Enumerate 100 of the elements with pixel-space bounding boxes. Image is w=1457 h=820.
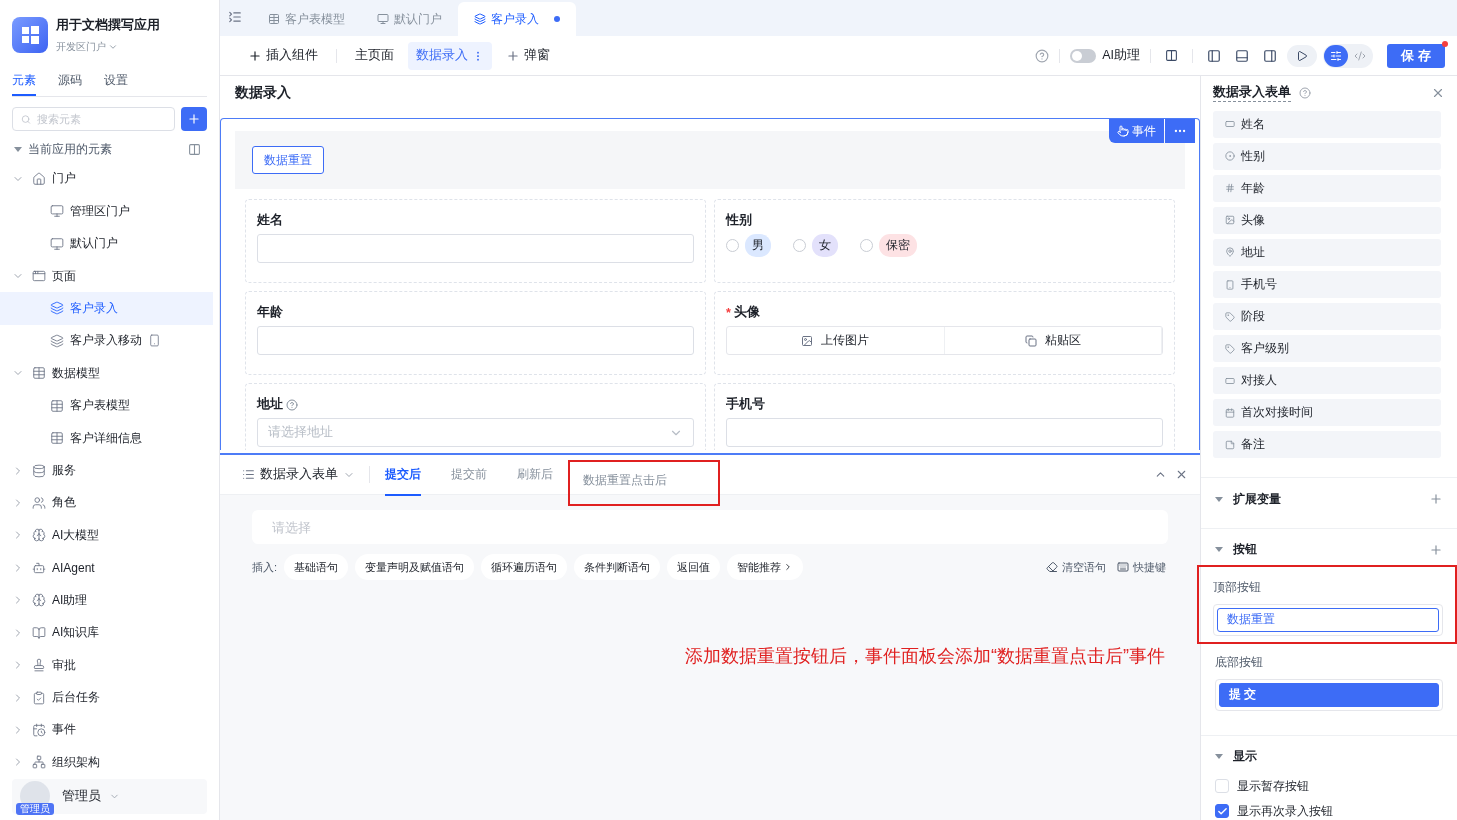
event-tab[interactable]: 提交后 xyxy=(370,454,436,495)
field-label: 姓名 xyxy=(257,212,283,229)
help-icon[interactable] xyxy=(1035,48,1050,63)
upload-button[interactable]: 上传图片 xyxy=(727,327,945,354)
field-item[interactable]: 手机号 xyxy=(1213,271,1441,299)
text-field[interactable] xyxy=(726,418,1163,447)
tree-item[interactable]: 客户录入 xyxy=(0,292,213,325)
field-item[interactable]: 备注 xyxy=(1213,431,1441,459)
tree-item[interactable]: 客户表模型 xyxy=(0,389,213,422)
form-select[interactable]: 数据录入表单 xyxy=(242,466,370,483)
field-item[interactable]: 对接人 xyxy=(1213,367,1441,395)
eraser-icon xyxy=(1046,561,1058,573)
text-field[interactable] xyxy=(257,326,694,355)
field-item[interactable]: 头像 xyxy=(1213,206,1441,234)
field-label: 手机号 xyxy=(726,396,765,413)
event-select[interactable]: 请选择 xyxy=(252,510,1168,544)
portal-select[interactable]: 开发区门户 xyxy=(56,40,160,54)
add-popup-button[interactable]: 弹窗 xyxy=(498,41,558,70)
search-box[interactable]: 搜索元素 xyxy=(12,107,175,131)
shortcut-button[interactable]: 快捷键 xyxy=(1115,559,1168,575)
tree-item[interactable]: 后台任务 xyxy=(0,681,213,714)
required-mark: * xyxy=(726,305,731,320)
upload-button[interactable]: 粘贴区 xyxy=(944,327,1162,354)
tree-item[interactable]: 服务 xyxy=(0,454,213,487)
tree-item[interactable]: 客户详细信息 xyxy=(0,421,213,455)
section-title: 扩展变量 xyxy=(1233,490,1282,508)
tree-item[interactable]: 管理区门户 xyxy=(0,194,213,228)
field-item[interactable]: 阶段 xyxy=(1213,303,1441,331)
clear-button[interactable]: 清空语句 xyxy=(1044,559,1108,575)
field-item[interactable]: 年龄 xyxy=(1213,174,1441,202)
layout-icon xyxy=(188,143,201,157)
ai-toggle-label: AI助理 xyxy=(1102,47,1140,64)
tree-item[interactable]: AIAgent xyxy=(0,551,213,585)
sliders-icon xyxy=(1330,49,1342,62)
tree-item[interactable]: 门户 xyxy=(0,162,213,195)
event-button[interactable]: 事件 xyxy=(1109,119,1164,143)
insert-chip[interactable]: 循环遍历语句 xyxy=(481,554,568,580)
tree-item[interactable]: AI知识库 xyxy=(0,616,213,649)
sidebar-tab[interactable]: 元素 xyxy=(12,68,36,96)
code-icon xyxy=(1354,49,1366,62)
page-tab[interactable]: 数据录入 xyxy=(408,41,492,70)
tree-item[interactable]: 客户录入移动 xyxy=(0,324,213,358)
panel-title: 数据录入表单 xyxy=(1213,84,1291,103)
add-button[interactable] xyxy=(181,107,207,131)
field-item[interactable]: 性别 xyxy=(1213,142,1441,170)
field-item[interactable]: 地址 xyxy=(1213,238,1441,266)
app-logo xyxy=(12,17,48,53)
field-label: 性别 xyxy=(726,212,752,229)
tree-item[interactable]: 事件 xyxy=(0,713,213,747)
submit-button[interactable]: 提 交 xyxy=(1219,682,1439,707)
tree-item[interactable]: 默认门户 xyxy=(0,227,213,260)
pointer-icon xyxy=(1117,125,1129,137)
insert-component-button[interactable]: 插入组件 xyxy=(240,41,326,70)
agent-icon xyxy=(32,560,46,575)
insert-chip[interactable]: 变量声明及赋值语句 xyxy=(355,554,475,580)
tree-item[interactable]: 组织架构 xyxy=(0,746,213,779)
sidebar-tab[interactable]: 设置 xyxy=(104,68,128,96)
add-icon[interactable] xyxy=(1429,542,1443,557)
tree-item[interactable]: 角色 xyxy=(0,486,213,520)
page-tab[interactable]: 主页面 xyxy=(347,41,402,70)
settings-button[interactable] xyxy=(1324,44,1348,67)
section-title: 显示 xyxy=(1233,748,1257,766)
tree-item[interactable]: AI大模型 xyxy=(0,519,213,552)
save-button[interactable]: 保 存 xyxy=(1387,43,1445,68)
checkbox-option[interactable]: 显示暂存按钮 xyxy=(1215,777,1443,795)
editor-tab[interactable]: 客户录入 xyxy=(458,2,576,36)
add-icon[interactable] xyxy=(1429,492,1443,507)
ai-toggle[interactable] xyxy=(1070,48,1097,63)
left-panel-icon[interactable] xyxy=(1207,48,1221,63)
right-panel-icon[interactable] xyxy=(1263,48,1277,63)
search-field[interactable]: 搜索元素 xyxy=(34,112,166,126)
event-tab[interactable]: 提交前 xyxy=(436,454,502,495)
event-tab[interactable]: 数据重置点击后 xyxy=(568,460,720,506)
search-icon xyxy=(21,113,31,125)
tree-item[interactable]: 页面 xyxy=(0,259,213,293)
app-name: 用于文档撰写应用 xyxy=(56,16,160,34)
field-label: 顶部按钮 xyxy=(1213,578,1262,596)
tree-item[interactable]: 数据模型 xyxy=(0,357,213,390)
insert-chip[interactable]: 返回值 xyxy=(667,554,721,580)
checkbox-option[interactable]: 显示再次录入按钮 xyxy=(1215,802,1443,820)
insert-chip[interactable]: 条件判断语句 xyxy=(574,554,661,580)
insert-chip[interactable]: 基础语句 xyxy=(284,554,349,580)
event-tab[interactable]: 刷新后 xyxy=(502,454,568,495)
close-icon[interactable] xyxy=(1175,468,1188,481)
field-item[interactable]: 首次对接时间 xyxy=(1213,399,1441,427)
insert-chip[interactable]: 智能推荐 xyxy=(727,554,804,580)
play-button[interactable] xyxy=(1287,44,1317,67)
collapse-sidebar-icon[interactable] xyxy=(228,10,242,24)
text-field[interactable] xyxy=(257,234,694,263)
page-title: 数据录入 xyxy=(234,83,292,102)
user-menu[interactable]: 管理员 管理员 xyxy=(12,778,207,814)
field-item[interactable]: 姓名 xyxy=(1213,110,1441,138)
section-title: 按钮 xyxy=(1233,541,1258,559)
bottom-panel-icon[interactable] xyxy=(1235,48,1249,63)
reset-button[interactable]: 数据重置 xyxy=(1217,607,1439,632)
tree-item[interactable]: 审批 xyxy=(0,648,213,682)
reset-button[interactable]: 数据重置 xyxy=(252,146,324,174)
field-item[interactable]: 客户级别 xyxy=(1213,335,1441,363)
sidebar-tab[interactable]: 源码 xyxy=(58,68,82,96)
tree-item[interactable]: AI助理 xyxy=(0,584,213,617)
